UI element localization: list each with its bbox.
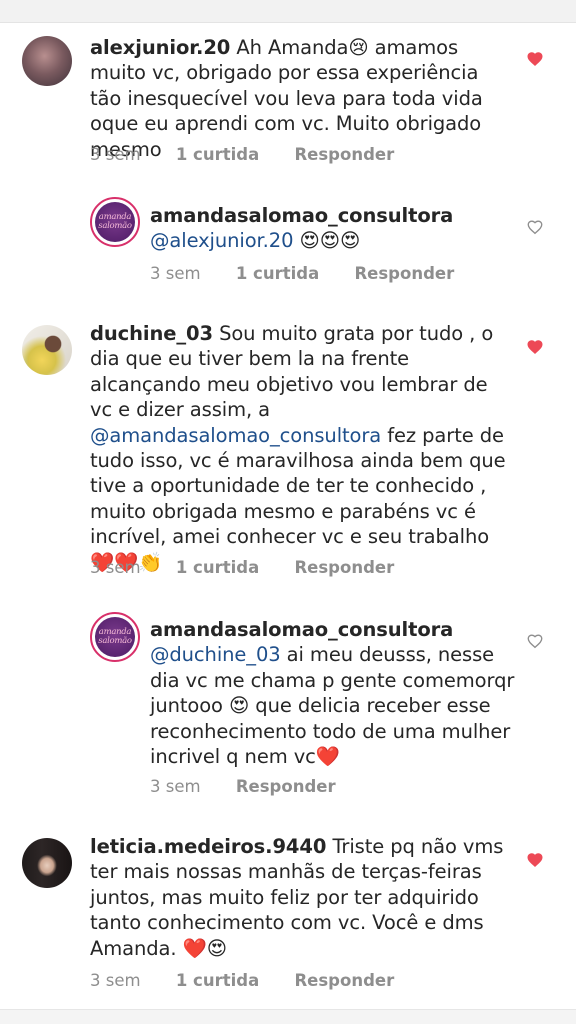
comment-time: 3 sem: [150, 264, 201, 283]
avatar-logo: amanda salomão: [95, 617, 135, 657]
reply-button[interactable]: Responder: [294, 971, 394, 990]
comment-time: 3 sem: [90, 971, 141, 990]
comment-time: 3 sem: [90, 558, 141, 577]
reply-button[interactable]: Responder: [354, 264, 454, 283]
heart-icon[interactable]: [526, 218, 544, 236]
comment-body: amandasalomao_consultora @duchine_03 ai …: [150, 617, 520, 769]
comment-username[interactable]: leticia.medeiros.9440: [90, 835, 326, 858]
comment-body: leticia.medeiros.9440 Triste pq não vms …: [90, 834, 515, 961]
comment-username[interactable]: amandasalomao_consultora: [150, 204, 453, 227]
reply-button[interactable]: Responder: [236, 777, 336, 796]
reply-button[interactable]: Responder: [294, 145, 394, 164]
heart-icon[interactable]: [526, 851, 544, 869]
comment-meta: 3 sem 1 curtida Responder: [150, 264, 484, 283]
heart-icon[interactable]: [526, 50, 544, 68]
heart-icon[interactable]: [526, 632, 544, 650]
logo-text: amanda salomão: [98, 627, 132, 646]
avatar[interactable]: [22, 838, 72, 888]
logo-text: amanda salomão: [98, 212, 132, 231]
reply-button[interactable]: Responder: [294, 558, 394, 577]
comment-body: amandasalomao_consultora @alexjunior.20 …: [150, 203, 520, 254]
mention-link[interactable]: @duchine_03: [150, 643, 281, 666]
comment-meta: 3 sem 1 curtida Responder: [90, 971, 424, 990]
comment-body: alexjunior.20 Ah Amanda😢 amamos muito vc…: [90, 35, 515, 162]
comment-likes[interactable]: 1 curtida: [176, 558, 259, 577]
comment-text: 😍😍😍: [293, 229, 361, 253]
comment-likes[interactable]: 1 curtida: [176, 145, 259, 164]
comment-likes[interactable]: 1 curtida: [176, 971, 259, 990]
top-bar: [0, 0, 576, 23]
avatar[interactable]: amanda salomão: [90, 197, 140, 247]
comment-likes[interactable]: 1 curtida: [236, 264, 319, 283]
mention-link[interactable]: @alexjunior.20: [150, 229, 293, 252]
bottom-bar: [0, 1009, 576, 1024]
avatar[interactable]: amanda salomão: [90, 612, 140, 662]
comment-time: 3 sem: [90, 145, 141, 164]
comment-meta: 3 sem 1 curtida Responder: [90, 558, 424, 577]
comment-username[interactable]: alexjunior.20: [90, 36, 230, 59]
comment-time: 3 sem: [150, 777, 201, 796]
avatar[interactable]: [22, 325, 72, 375]
heart-icon[interactable]: [526, 338, 544, 356]
comment-body: duchine_03 Sou muito grata por tudo , o …: [90, 321, 515, 575]
mention-link[interactable]: @amandasalomao_consultora: [90, 424, 381, 447]
avatar-logo: amanda salomão: [95, 202, 135, 242]
comment-meta: 3 sem 1 curtida Responder: [90, 145, 424, 164]
comment-meta: 3 sem Responder: [150, 777, 366, 796]
avatar[interactable]: [22, 36, 72, 86]
comment-username[interactable]: amandasalomao_consultora: [150, 618, 453, 641]
comment-username[interactable]: duchine_03: [90, 322, 213, 345]
